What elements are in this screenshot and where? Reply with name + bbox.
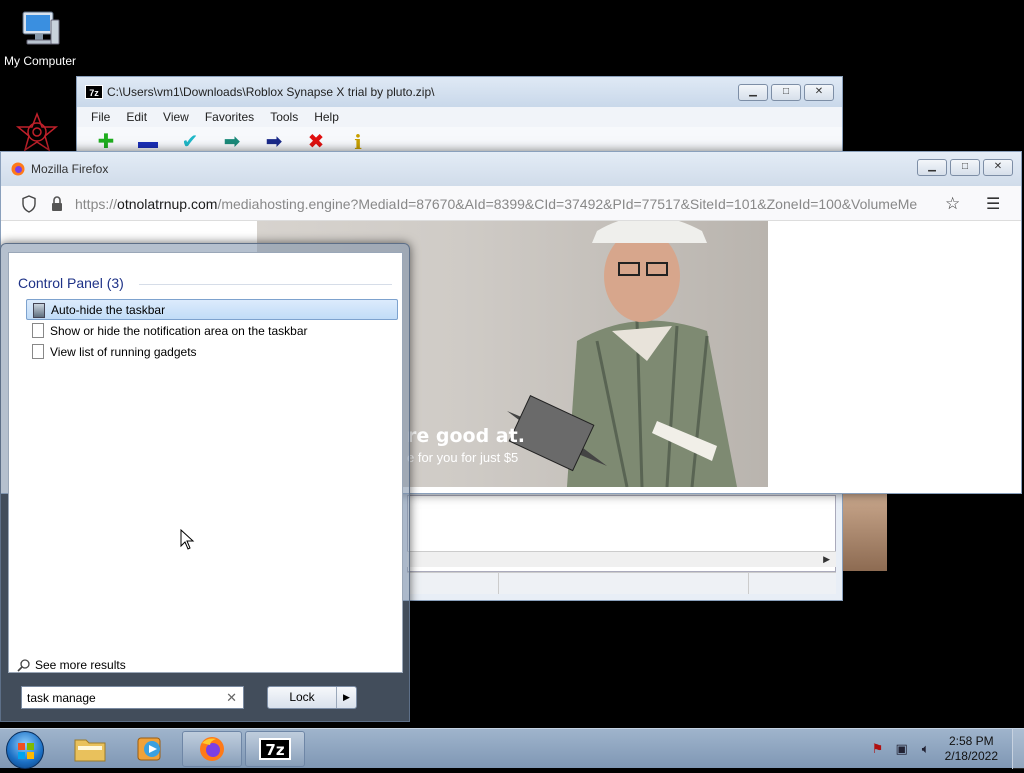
menu-help[interactable]: Help — [314, 110, 339, 124]
copy-icon[interactable]: ➡ — [221, 131, 243, 153]
windows-logo-icon — [18, 743, 34, 759]
action-center-flag-icon[interactable]: ⚑ — [869, 740, 887, 758]
7zip-window-title: C:\Users\vm1\Downloads\Roblox Synapse X … — [107, 85, 435, 99]
menu-edit[interactable]: Edit — [126, 110, 147, 124]
network-icon[interactable]: ▣ — [893, 740, 911, 758]
status-cell — [499, 573, 749, 594]
ad-subline: e for you for just $5 — [407, 450, 519, 465]
worker-photo — [507, 221, 737, 487]
desktop-icon-label: My Computer — [3, 54, 77, 68]
clock[interactable]: 2:58 PM 2/18/2022 — [945, 734, 998, 764]
delete-icon[interactable]: ✖ — [305, 131, 327, 153]
firefox-window-title: Mozilla Firefox — [31, 162, 109, 176]
start-button[interactable] — [6, 731, 44, 769]
folder-icon — [74, 739, 106, 762]
lock-options-arrow-icon[interactable]: ▶ — [336, 687, 356, 708]
see-more-label: See more results — [35, 658, 126, 672]
horizontal-scrollbar[interactable]: ▶ — [407, 551, 836, 567]
url-scheme: https:// — [75, 196, 118, 212]
firefox-titlebar[interactable]: Mozilla Firefox ▁ □ ✕ — [1, 152, 1021, 186]
taskbar: 7z ⚑ ▣ 🔈︎ 2:58 PM 2/18/2022 — [0, 728, 1024, 769]
ad-headline: re good at. — [407, 425, 525, 447]
menu-file[interactable]: File — [91, 110, 110, 124]
firefox-navbar: https://otnolatrnup.com/mediahosting.eng… — [1, 186, 1021, 221]
move-icon[interactable]: ➡ — [263, 131, 285, 153]
result-notification-area[interactable]: Show or hide the notification area on th… — [26, 320, 398, 341]
search-input[interactable] — [22, 687, 217, 708]
lock-button[interactable]: Lock ▶ — [267, 686, 357, 709]
extract-icon[interactable]: ▬ — [137, 131, 159, 153]
bookmark-star-icon[interactable]: ☆ — [945, 194, 960, 214]
clear-search-icon[interactable]: ✕ — [226, 690, 237, 706]
7zip-statusbar — [407, 572, 836, 594]
7zip-app-icon: 7z — [85, 85, 103, 99]
menu-view[interactable]: View — [163, 110, 189, 124]
taskbar-media-player[interactable] — [120, 731, 180, 767]
shield-icon[interactable] — [21, 195, 37, 213]
menu-tools[interactable]: Tools — [270, 110, 298, 124]
maximize-button[interactable]: □ — [771, 84, 801, 101]
clock-date: 2/18/2022 — [944, 749, 998, 763]
desktop-icon-my-computer[interactable]: My Computer — [0, 6, 80, 68]
result-label: View list of running gadgets — [50, 344, 197, 359]
scroll-right-icon[interactable]: ▶ — [823, 554, 830, 565]
firefox-icon — [200, 737, 224, 761]
result-label: Auto-hide the taskbar — [51, 302, 166, 317]
magnifier-icon — [17, 659, 30, 672]
taskbar-explorer[interactable] — [60, 731, 120, 767]
computer-icon — [22, 11, 60, 45]
taskbar-firefox[interactable] — [182, 731, 242, 767]
document-icon — [32, 323, 44, 338]
show-desktop-button[interactable] — [1012, 729, 1024, 769]
background-window-edge — [843, 494, 887, 571]
desktop-icon-app[interactable] — [12, 111, 62, 155]
result-label: Show or hide the notification area on th… — [50, 323, 308, 338]
menu-hamburger-icon[interactable]: ☰ — [986, 194, 1000, 214]
clock-time: 2:58 PM — [948, 734, 994, 748]
info-icon[interactable]: i — [347, 131, 369, 153]
result-running-gadgets[interactable]: View list of running gadgets — [26, 341, 398, 362]
url-path: /mediahosting.engine?MediaId=87670&AId=8… — [217, 196, 918, 212]
mouse-cursor-icon — [180, 529, 195, 550]
lock-button-label: Lock — [289, 690, 315, 704]
7zip-icon: 7z — [259, 738, 291, 760]
url-host: otnolatrnup.com — [117, 196, 218, 212]
media-player-icon — [137, 737, 161, 761]
lock-icon[interactable] — [50, 195, 64, 213]
7zip-menubar: File Edit View Favorites Tools Help — [77, 107, 842, 127]
red-star-icon — [15, 111, 59, 152]
firefox-icon — [11, 162, 25, 176]
minimize-button[interactable]: ▁ — [738, 84, 768, 101]
see-more-results-link[interactable]: See more results — [17, 658, 126, 672]
7zip-titlebar[interactable]: 7z C:\Users\vm1\Downloads\Roblox Synapse… — [77, 77, 842, 107]
taskbar-7zip[interactable]: 7z — [245, 731, 305, 767]
test-icon[interactable]: ✔ — [179, 131, 201, 153]
system-tray: ⚑ ▣ 🔈︎ 2:58 PM 2/18/2022 — [869, 729, 1024, 769]
start-menu[interactable]: Control Panel (3) Auto-hide the taskbar … — [0, 243, 410, 722]
url-bar[interactable]: https://otnolatrnup.com/mediahosting.eng… — [75, 196, 941, 212]
group-divider — [139, 284, 392, 285]
minimize-button[interactable]: ▁ — [917, 159, 947, 176]
result-auto-hide-taskbar[interactable]: Auto-hide the taskbar — [26, 299, 398, 320]
close-button[interactable]: ✕ — [804, 84, 834, 101]
results-group-header[interactable]: Control Panel (3) — [18, 275, 124, 291]
menu-favorites[interactable]: Favorites — [205, 110, 254, 124]
status-cell — [407, 573, 499, 594]
start-search-box[interactable]: ✕ — [21, 686, 244, 709]
maximize-button[interactable]: □ — [950, 159, 980, 176]
search-results-panel: Control Panel (3) Auto-hide the taskbar … — [8, 252, 403, 673]
add-icon[interactable]: ✚ — [95, 131, 117, 153]
document-icon — [32, 344, 44, 359]
volume-icon[interactable]: 🔈︎ — [917, 740, 935, 758]
taskbar-settings-icon — [33, 303, 45, 318]
close-button[interactable]: ✕ — [983, 159, 1013, 176]
